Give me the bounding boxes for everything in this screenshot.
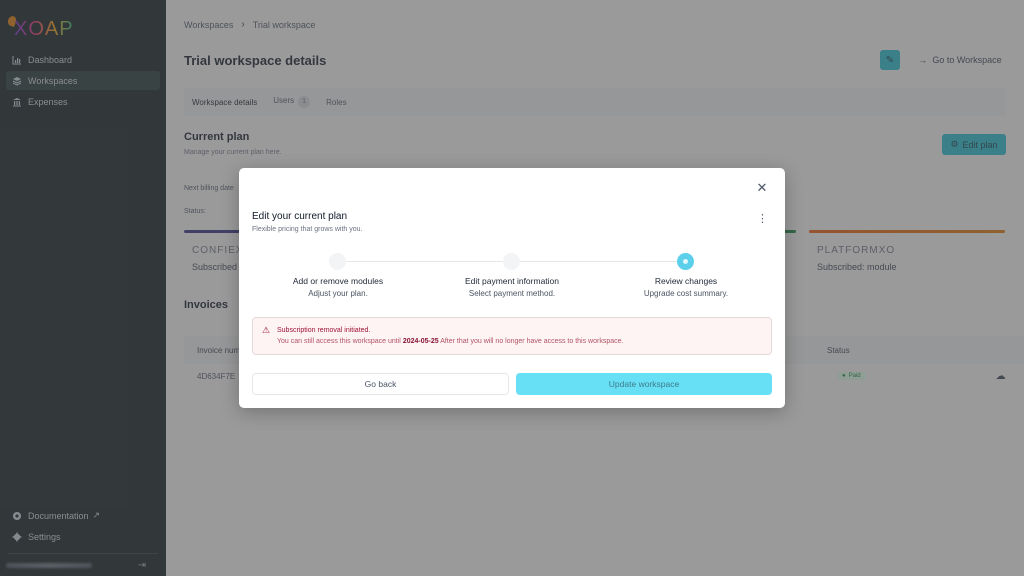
- alert-title: Subscription removal initiated.: [277, 327, 371, 334]
- edit-plan-modal: ✕ Edit your current plan Flexible pricin…: [239, 168, 785, 408]
- modal-title: Edit your current plan: [252, 211, 348, 222]
- step-3-indicator: [677, 253, 694, 270]
- step-3-label[interactable]: Review changes: [601, 276, 771, 286]
- step-2-desc: Select payment method.: [468, 289, 556, 298]
- step-3-desc: Upgrade cost summary.: [643, 289, 729, 298]
- update-workspace-button[interactable]: Update workspace: [516, 373, 772, 395]
- go-back-button[interactable]: Go back: [252, 373, 509, 395]
- access-until-date: 2024-05-25: [402, 338, 439, 345]
- stepper: Add or remove modules Adjust your plan. …: [252, 252, 772, 302]
- step-2-label[interactable]: Edit payment information: [427, 276, 597, 286]
- step-1-indicator: [329, 253, 346, 270]
- more-options-icon[interactable]: ⋮: [757, 212, 768, 226]
- step-connector: [520, 261, 686, 262]
- close-icon[interactable]: ✕: [755, 181, 769, 195]
- subscription-removal-alert: ⚠ Subscription removal initiated. You ca…: [252, 317, 772, 355]
- alert-body: You can still access this workspace unti…: [277, 338, 623, 345]
- step-1-desc: Adjust your plan.: [308, 289, 368, 298]
- step-2-indicator: [503, 253, 520, 270]
- step-1-label[interactable]: Add or remove modules: [253, 276, 423, 286]
- step-connector: [346, 261, 512, 262]
- alert-body-suffix: After that you will no longer have acces…: [440, 338, 624, 345]
- alert-body-prefix: You can still access this workspace unti…: [277, 338, 401, 345]
- warning-icon: ⚠: [262, 325, 271, 335]
- modal-subtitle: Flexible pricing that grows with you.: [252, 226, 363, 233]
